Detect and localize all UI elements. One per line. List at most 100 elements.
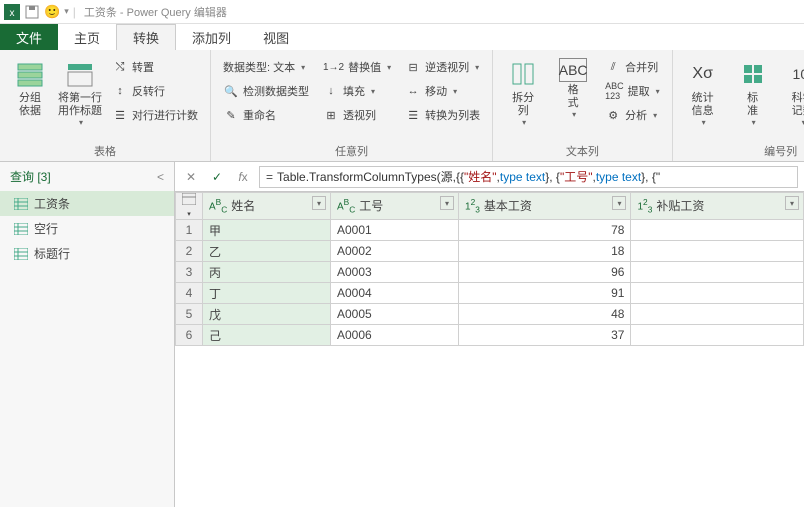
cell[interactable]	[631, 220, 804, 241]
countrows-button[interactable]: ☰对行进行计数	[108, 104, 202, 126]
cell[interactable]: 丙	[203, 262, 331, 283]
query-item[interactable]: 空行	[0, 216, 174, 241]
fx-icon[interactable]: fx	[233, 167, 253, 187]
cell[interactable]: 己	[203, 325, 331, 346]
save-icon[interactable]	[24, 4, 40, 20]
datatype-icon[interactable]: ABC	[209, 197, 227, 214]
row-number[interactable]: 4	[176, 283, 203, 304]
cell[interactable]: A0004	[331, 283, 459, 304]
detecttype-button[interactable]: 🔍检测数据类型	[219, 80, 313, 102]
cell[interactable]: 甲	[203, 220, 331, 241]
datatype-button[interactable]: 数据类型: 文本▾	[219, 56, 313, 78]
rename-button[interactable]: ✎重命名	[219, 104, 313, 126]
tab-addcolumn[interactable]: 添加列	[176, 24, 247, 50]
tab-file[interactable]: 文件	[0, 24, 58, 50]
window-title: 工资条 - Power Query 编辑器	[84, 4, 227, 20]
fill-button[interactable]: ↓填充▾	[319, 80, 395, 102]
useheaders-button[interactable]: 将第一行 用作标题▾	[58, 54, 102, 141]
table-icon	[14, 223, 28, 235]
cell[interactable]: 91	[459, 283, 631, 304]
query-item[interactable]: 工资条	[0, 191, 174, 216]
tab-home[interactable]: 主页	[58, 24, 116, 50]
column-header[interactable]: 123 补贴工资 ▾	[631, 193, 804, 220]
datatype-icon[interactable]: 123	[465, 197, 480, 214]
replace-button[interactable]: 1→2替换值▾	[319, 56, 395, 78]
filter-icon[interactable]: ▾	[440, 196, 454, 210]
cell[interactable]: 37	[459, 325, 631, 346]
parse-button[interactable]: ⚙分析▾	[601, 104, 664, 126]
column-header[interactable]: 123基本工资▾	[459, 193, 631, 220]
scientific-button[interactable]: 10²科学 记数▾	[781, 54, 804, 141]
cell[interactable]: A0001	[331, 220, 459, 241]
commit-icon[interactable]: ✓	[207, 167, 227, 187]
pivot-button[interactable]: ⊞透视列	[319, 104, 395, 126]
cell[interactable]	[631, 304, 804, 325]
cell[interactable]	[631, 325, 804, 346]
smiley-icon[interactable]: 🙂	[44, 4, 60, 20]
row-number[interactable]: 6	[176, 325, 203, 346]
group-label-anycol: 任意列	[219, 141, 484, 159]
column-name: 补贴工资	[656, 197, 704, 214]
row-number[interactable]: 2	[176, 241, 203, 262]
table-row[interactable]: 3丙A000396	[176, 262, 804, 283]
formula-input[interactable]: = Table.TransformColumnTypes(源,{{"姓名", t…	[259, 166, 798, 188]
tab-view[interactable]: 视图	[247, 24, 305, 50]
tab-transform[interactable]: 转换	[116, 24, 176, 50]
cell[interactable]: 48	[459, 304, 631, 325]
table-row[interactable]: 4丁A000491	[176, 283, 804, 304]
table-row[interactable]: 5戊A000548	[176, 304, 804, 325]
tolist-button[interactable]: ☰转换为列表	[401, 104, 484, 126]
cell[interactable]	[631, 283, 804, 304]
datatype-icon[interactable]: ABC	[337, 197, 355, 214]
ribbon-group-anycol: 数据类型: 文本▾ 🔍检测数据类型 ✎重命名 1→2替换值▾ ↓填充▾ ⊞透视列…	[211, 50, 493, 161]
row-number[interactable]: 5	[176, 304, 203, 325]
data-grid[interactable]: ▾ABC姓名▾ABC工号▾123基本工资▾123补贴工资▾ 1甲A0001782…	[175, 192, 804, 507]
filter-icon[interactable]: ▾	[312, 196, 326, 210]
cell[interactable]: 18	[459, 241, 631, 262]
collapse-pane-icon[interactable]: <	[157, 170, 164, 184]
qat-dropdown-icon[interactable]: ▾	[64, 6, 69, 17]
filter-icon[interactable]: ▾	[612, 196, 626, 210]
row-number[interactable]: 1	[176, 220, 203, 241]
table-row[interactable]: 6己A000637	[176, 325, 804, 346]
cell[interactable]: 96	[459, 262, 631, 283]
datatype-icon[interactable]: 123	[637, 197, 652, 214]
cell[interactable]: A0002	[331, 241, 459, 262]
reverserows-button[interactable]: ↕反转行	[108, 80, 202, 102]
column-header[interactable]: ABC姓名 ▾	[203, 193, 331, 220]
column-name: 姓名	[231, 197, 255, 214]
extract-button[interactable]: ABC123提取▾	[601, 80, 664, 102]
table-row[interactable]: 1甲A000178	[176, 220, 804, 241]
stats-button[interactable]: Χσ统计 信息▾	[681, 54, 725, 141]
merge-button[interactable]: ⫽合并列	[601, 56, 664, 78]
cell[interactable]	[631, 262, 804, 283]
cell[interactable]	[631, 241, 804, 262]
query-item[interactable]: 标题行	[0, 241, 174, 266]
cell[interactable]: A0006	[331, 325, 459, 346]
column-header[interactable]: ABC工号▾	[331, 193, 459, 220]
cell[interactable]: A0005	[331, 304, 459, 325]
cell[interactable]: 乙	[203, 241, 331, 262]
query-label: 空行	[34, 220, 58, 237]
ribbon-group-table: 分组 依据 将第一行 用作标题▾ ⤭转置 ↕反转行 ☰对行进行计数 表格	[0, 50, 211, 161]
standard-button[interactable]: 标 准▾	[731, 54, 775, 141]
format-button[interactable]: ABC 格 式▾	[551, 54, 595, 141]
cell[interactable]: 戊	[203, 304, 331, 325]
cancel-icon[interactable]: ✕	[181, 167, 201, 187]
select-all-corner[interactable]: ▾	[176, 193, 203, 220]
groupby-button[interactable]: 分组 依据	[8, 54, 52, 141]
row-number[interactable]: 3	[176, 262, 203, 283]
cell[interactable]: A0003	[331, 262, 459, 283]
unpivot-button[interactable]: ⊟逆透视列▾	[401, 56, 484, 78]
cell[interactable]: 丁	[203, 283, 331, 304]
move-button[interactable]: ↔移动▾	[401, 80, 484, 102]
filter-icon[interactable]: ▾	[785, 196, 799, 210]
excel-icon: x	[4, 4, 20, 20]
svg-text:x: x	[10, 8, 15, 19]
cell[interactable]: 78	[459, 220, 631, 241]
split-button[interactable]: 拆分 列▾	[501, 54, 545, 141]
query-label: 工资条	[34, 195, 70, 212]
table-row[interactable]: 2乙A000218	[176, 241, 804, 262]
group-label-numcol: 编号列	[681, 141, 804, 159]
transpose-button[interactable]: ⤭转置	[108, 56, 202, 78]
